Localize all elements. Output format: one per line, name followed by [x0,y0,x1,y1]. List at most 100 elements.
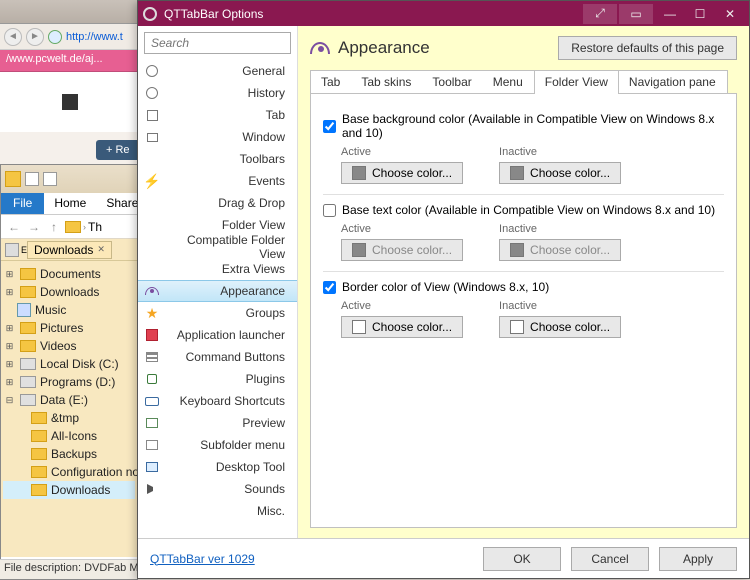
toolbar-icon[interactable] [43,172,57,186]
search-input[interactable] [144,32,291,54]
version-link[interactable]: QTTabBar ver 1029 [150,552,255,566]
button-label: Choose color... [372,243,452,257]
close-icon[interactable]: ✕ [97,244,105,255]
eye-icon [310,42,330,54]
nav-fwd-icon[interactable]: → [25,218,43,236]
minimize-button[interactable]: — [655,4,685,24]
nav-item-preview[interactable]: Preview [138,412,297,434]
tree-item[interactable]: ⊞Videos [3,337,135,355]
nav-item-drag-drop[interactable]: Drag & Drop [138,192,297,214]
path-segment[interactable]: Th [88,220,102,234]
nav-label: Toolbars [166,152,285,166]
tab-tab[interactable]: Tab [311,71,351,93]
choose-color-button[interactable]: Choose color... [341,316,463,338]
maximize-button[interactable]: ☐ [685,4,715,24]
tab-toolbar[interactable]: Toolbar [422,71,482,93]
tree-item[interactable]: Downloads [3,481,135,499]
prev-icon [138,418,166,428]
nav-item-extra-views[interactable]: Extra Views [138,258,297,280]
tree-item[interactable]: Backups [3,445,135,463]
nav-item-command-buttons[interactable]: Command Buttons [138,346,297,368]
tab-panel: Base background color (Available in Comp… [310,93,737,528]
choose-color-button[interactable]: Choose color... [499,316,621,338]
star-icon: ★ [138,305,166,322]
tree-label: Backups [51,447,97,461]
ontop-button[interactable]: ▭ [619,4,653,24]
desk-icon [138,462,166,472]
nav-up-icon[interactable]: ↑ [45,218,63,236]
nav-item-tab[interactable]: Tab [138,104,297,126]
chevron-icon: › [83,222,86,232]
nav-item-events[interactable]: ⚡Events [138,170,297,192]
expand-icon[interactable]: ⊞ [5,342,14,351]
group-checkbox[interactable] [323,120,336,133]
nav-item-application-launcher[interactable]: Application launcher [138,324,297,346]
nav-item-desktop-tool[interactable]: Desktop Tool [138,456,297,478]
color-swatch-icon [510,166,524,180]
restore-defaults-button[interactable]: Restore defaults of this page [558,36,737,60]
choose-color-button: Choose color... [341,239,463,261]
nav-item-toolbars[interactable]: Toolbars [138,148,297,170]
nav-item-compatible-folder-view[interactable]: Compatible Folder View [138,236,297,258]
tree-item[interactable]: ⊞Downloads [3,283,135,301]
pin-button[interactable]: ⤢ [583,4,617,24]
nav-item-keyboard-shortcuts[interactable]: Keyboard Shortcuts [138,390,297,412]
tree-label: Data (E:) [40,393,88,407]
back-icon[interactable]: ◄ [4,28,22,46]
expand-icon[interactable]: ⊞ [5,360,14,369]
nav-item-appearance[interactable]: Appearance [138,280,297,302]
nav-item-groups[interactable]: ★Groups [138,302,297,324]
expand-icon[interactable]: ⊟ [5,396,14,405]
dialog-title: QTTabBar Options [164,7,263,21]
active-label: Active [341,223,463,235]
add-button[interactable]: + Re [96,140,140,160]
apply-button[interactable]: Apply [659,547,737,571]
forward-icon[interactable]: ► [26,28,44,46]
url-field[interactable]: http://www.t [66,31,136,43]
ribbon-file[interactable]: File [1,193,44,214]
tree-item[interactable]: &tmp [3,409,135,427]
qttab-tab[interactable]: Downloads ✕ [27,241,112,259]
ok-button[interactable]: OK [483,547,561,571]
nav-item-general[interactable]: General [138,60,297,82]
tree-item[interactable]: ⊞Local Disk (C:) [3,355,135,373]
choose-color-button[interactable]: Choose color... [341,162,463,184]
snd-icon [138,484,166,494]
toolbar-icon[interactable] [25,172,39,186]
tab-tab-skins[interactable]: Tab skins [351,71,422,93]
tab-navigation-pane[interactable]: Navigation pane [619,71,727,93]
nav-item-sounds[interactable]: Sounds [138,478,297,500]
browser-tab[interactable]: /www.pcwelt.de/aj... [0,50,140,72]
tab-folder-view[interactable]: Folder View [534,70,619,94]
nav-back-icon[interactable]: ← [5,218,23,236]
close-button[interactable]: ✕ [715,4,745,24]
tree-item[interactable]: Configuration no [3,463,135,481]
choose-color-button[interactable]: Choose color... [499,162,621,184]
box-icon [138,110,166,121]
tree-label: &tmp [51,411,79,425]
active-label: Active [341,300,463,312]
expand-icon[interactable]: ⊞ [5,378,14,387]
tab-menu[interactable]: Menu [483,71,534,93]
nav-item-misc-[interactable]: Misc. [138,500,297,522]
ribbon-home[interactable]: Home [44,193,96,214]
tree-item[interactable]: ⊞Pictures [3,319,135,337]
nav-item-subfolder-menu[interactable]: Subfolder menu [138,434,297,456]
expand-icon[interactable]: ⊞ [5,270,14,279]
nav-item-window[interactable]: Window [138,126,297,148]
tree-item[interactable]: ⊞Programs (D:) [3,373,135,391]
group-checkbox[interactable] [323,281,336,294]
tree-item[interactable]: All-Icons [3,427,135,445]
tree-item[interactable]: ⊟ Data (E:) [3,391,135,409]
expand-icon[interactable]: ⊞ [5,288,14,297]
nav-label: Extra Views [166,262,285,276]
nav-item-history[interactable]: History [138,82,297,104]
group-checkbox[interactable] [323,204,336,217]
nav-list: GeneralHistoryTabWindow Toolbars ⚡EventsDr… [138,60,297,538]
tree-item[interactable]: ⊞Documents [3,265,135,283]
tree-item[interactable]: Music [3,301,135,319]
expand-icon[interactable]: ⊞ [5,324,14,333]
tree-label: Configuration no [51,465,137,479]
nav-item-plugins[interactable]: Plugins [138,368,297,390]
cancel-button[interactable]: Cancel [571,547,649,571]
